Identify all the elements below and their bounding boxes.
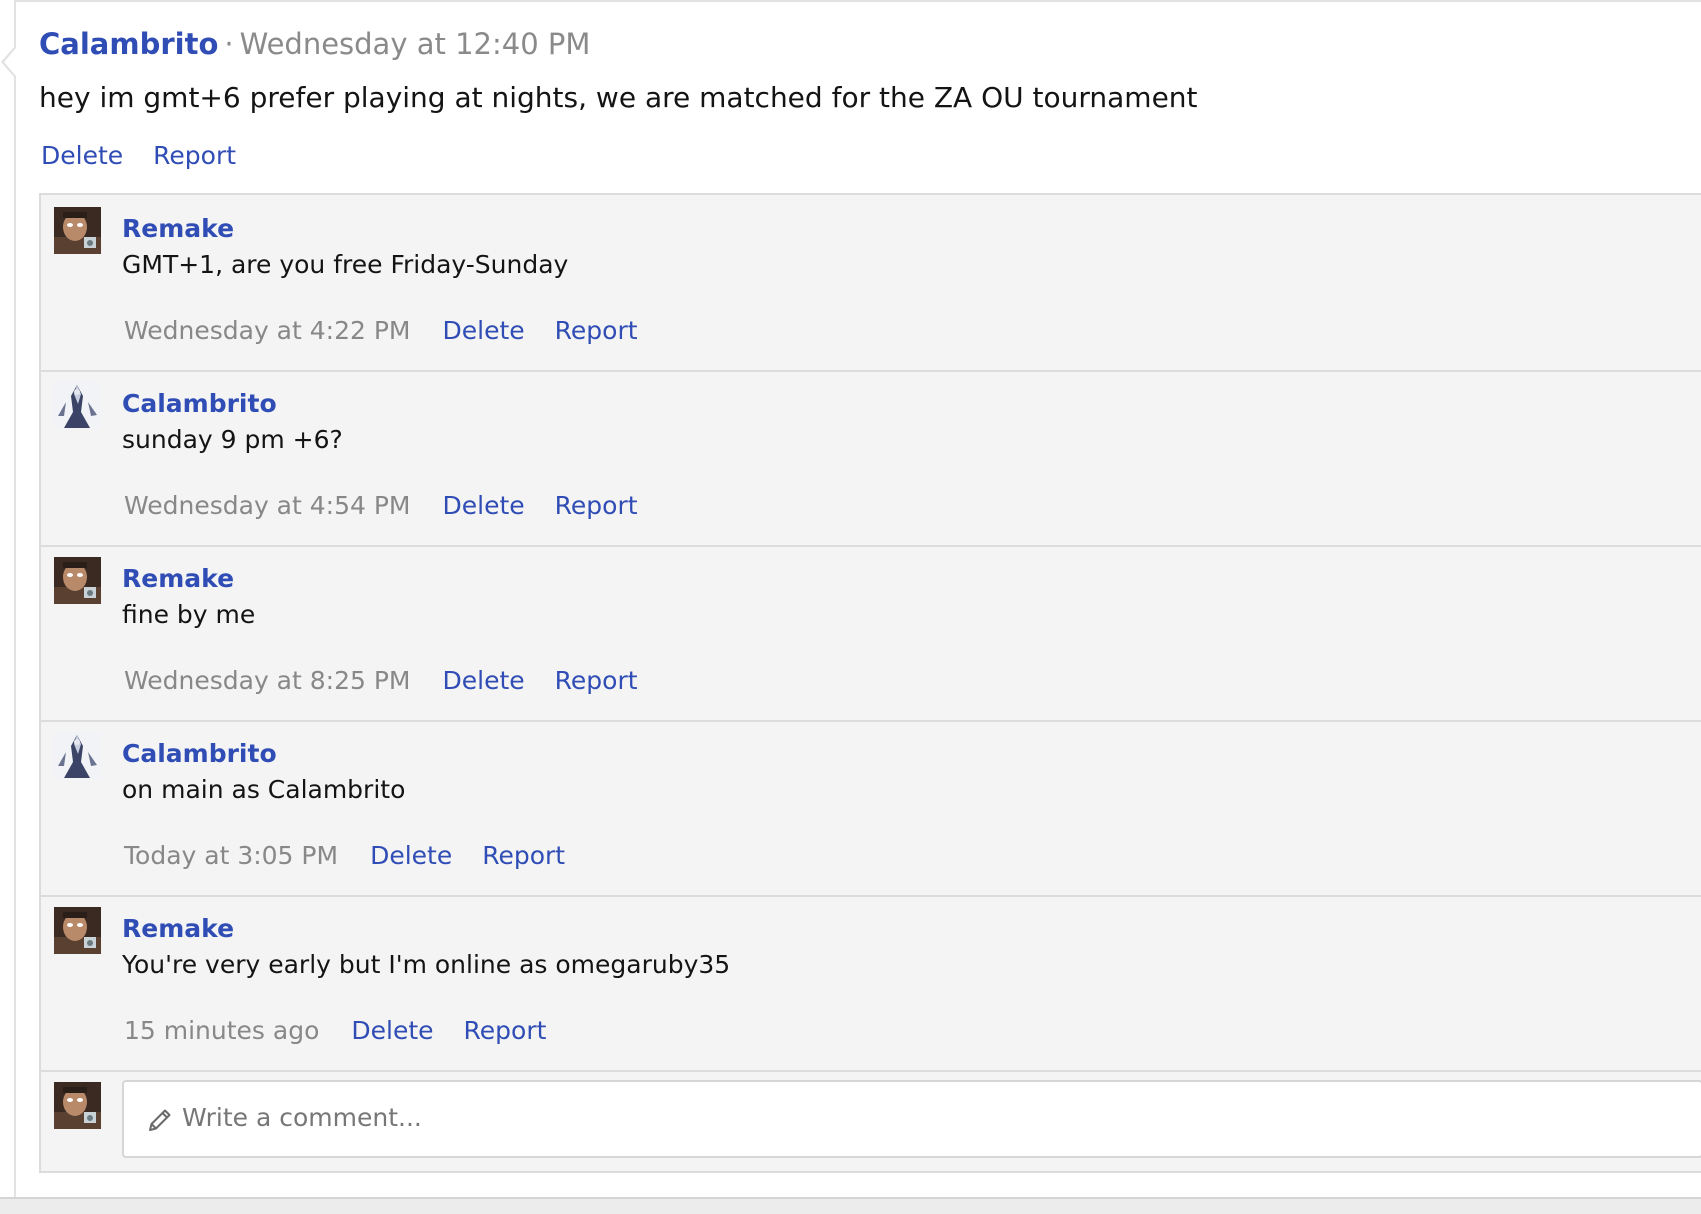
comment-text: fine by me — [122, 600, 256, 629]
comment-author-link[interactable]: Remake — [122, 211, 234, 247]
comment-item: Calambrito on main as Calambrito Today a… — [41, 720, 1701, 897]
comment-delete-link[interactable]: Delete — [351, 1016, 433, 1045]
pencil-icon — [146, 1106, 174, 1134]
comment-delete-link[interactable]: Delete — [443, 316, 525, 345]
comment-meta: Wednesday at 4:54 PM Delete Report — [124, 488, 668, 524]
post-time[interactable]: Wednesday at 12:40 PM — [240, 27, 591, 61]
comment-author-link[interactable]: Calambrito — [122, 736, 277, 772]
comment-meta: Wednesday at 8:25 PM Delete Report — [124, 663, 668, 699]
post-report-link[interactable]: Report — [153, 141, 236, 170]
comment-item: Remake GMT+1, are you free Friday-Sunday… — [41, 195, 1701, 372]
comment-meta: Today at 3:05 PM Delete Report — [124, 838, 595, 874]
post-left-border — [14, 0, 16, 1200]
comment-meta: 15 minutes ago Delete Report — [124, 1013, 576, 1049]
comment-report-link[interactable]: Report — [555, 666, 638, 695]
comment-report-link[interactable]: Report — [464, 1016, 547, 1045]
comment-item: Remake You're very early but I'm online … — [41, 895, 1701, 1072]
comment-time[interactable]: Wednesday at 4:22 PM — [124, 316, 411, 345]
comment-text: on main as Calambrito — [122, 775, 406, 804]
comment-time[interactable]: Wednesday at 8:25 PM — [124, 666, 411, 695]
comment-time[interactable]: Wednesday at 4:54 PM — [124, 491, 411, 520]
comment-report-link[interactable]: Report — [482, 841, 565, 870]
comment-time[interactable]: Today at 3:05 PM — [124, 841, 338, 870]
comment-item: Remake fine by me Wednesday at 8:25 PM De… — [41, 545, 1701, 722]
post-separator: · — [224, 27, 234, 61]
remake-avatar[interactable] — [54, 207, 101, 254]
comment-delete-link[interactable]: Delete — [443, 666, 525, 695]
comment-report-link[interactable]: Report — [555, 491, 638, 520]
post-actions: Delete Report — [41, 136, 266, 176]
comment-placeholder: Write a comment... — [182, 1103, 422, 1132]
comment-text: GMT+1, are you free Friday-Sunday — [122, 250, 569, 279]
comments-panel: Remake GMT+1, are you free Friday-Sunday… — [39, 193, 1701, 1173]
comment-text: sunday 9 pm +6? — [122, 425, 343, 454]
post-text: hey im gmt+6 prefer playing at nights, w… — [39, 81, 1198, 114]
comment-delete-link[interactable]: Delete — [443, 491, 525, 520]
comment-item: Calambrito sunday 9 pm +6? Wednesday at … — [41, 370, 1701, 547]
comment-input[interactable]: Write a comment... — [122, 1080, 1701, 1158]
comment-author-link[interactable]: Remake — [122, 561, 234, 597]
comment-time[interactable]: 15 minutes ago — [124, 1016, 319, 1045]
post-top-border — [14, 0, 1701, 2]
post-header: Calambrito · Wednesday at 12:40 PM — [39, 22, 590, 66]
remake-avatar[interactable] — [54, 557, 101, 604]
post-delete-link[interactable]: Delete — [41, 141, 123, 170]
calambrito-avatar[interactable] — [54, 732, 101, 779]
comment-composer: Write a comment... — [41, 1070, 1701, 1170]
comment-author-link[interactable]: Calambrito — [122, 386, 277, 422]
current-user-avatar — [54, 1082, 101, 1129]
comment-author-link[interactable]: Remake — [122, 911, 234, 947]
comment-report-link[interactable]: Report — [555, 316, 638, 345]
remake-avatar[interactable] — [54, 907, 101, 954]
calambrito-avatar[interactable] — [54, 382, 101, 429]
comment-delete-link[interactable]: Delete — [370, 841, 452, 870]
page-footer-bar — [0, 1197, 1701, 1214]
comment-text: You're very early but I'm online as omeg… — [122, 950, 731, 979]
post-author-link[interactable]: Calambrito — [39, 27, 218, 61]
comment-meta: Wednesday at 4:22 PM Delete Report — [124, 313, 668, 349]
